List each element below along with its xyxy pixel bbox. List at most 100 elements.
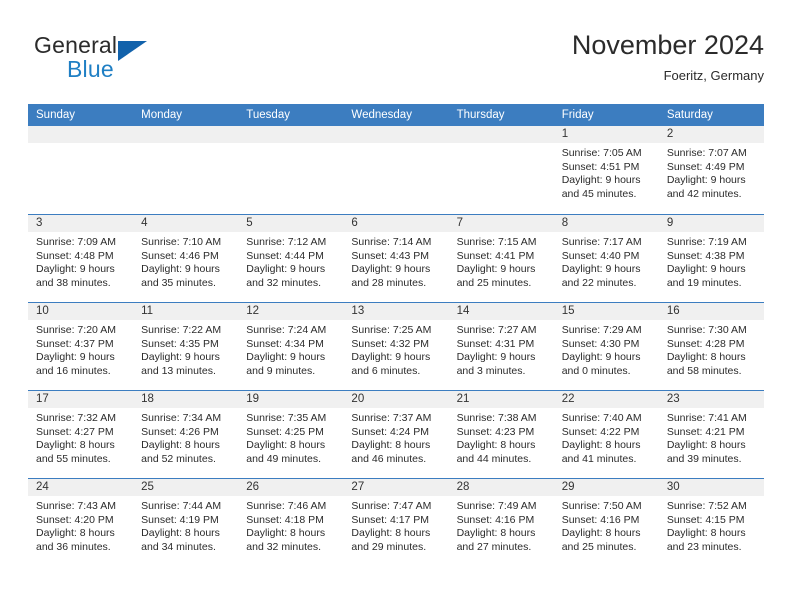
- sunset-text: Sunset: 4:41 PM: [456, 249, 535, 262]
- calendar-day-cell[interactable]: 26 Sunrise: 7:46 AM Sunset: 4:18 PM Dayligh…: [238, 479, 344, 566]
- sunrise-text: Sunrise: 7:37 AM: [351, 412, 432, 424]
- daylight-text-line2: and 25 minutes.: [561, 540, 637, 553]
- daylight-text-line2: and 52 minutes.: [141, 452, 216, 465]
- calendar-day-cell[interactable]: 25 Sunrise: 7:44 AM Sunset: 4:19 PM Dayligh…: [133, 479, 239, 566]
- sunrise-text: Sunrise: 7:09 AM: [36, 236, 116, 248]
- calendar-day-cell[interactable]: 6 Sunrise: 7:14 AM Sunset: 4:43 PM Daylight…: [343, 215, 449, 302]
- calendar-day-cell[interactable]: 24 Sunrise: 7:43 AM Sunset: 4:20 PM Dayligh…: [28, 479, 134, 566]
- triangle-icon: [118, 41, 147, 61]
- calendar-day-cell-empty: [238, 126, 344, 214]
- daylight-text-line2: and 25 minutes.: [456, 276, 532, 289]
- day-number: 4: [133, 215, 239, 232]
- daylight-text-line2: and 16 minutes.: [36, 364, 111, 377]
- calendar-day-cell[interactable]: 16 Sunrise: 7:30 AM Sunset: 4:28 PM Dayligh…: [658, 303, 764, 390]
- sunset-text: Sunset: 4:24 PM: [351, 425, 430, 438]
- day-number: 10: [28, 303, 134, 320]
- sunset-text: Sunset: 4:18 PM: [246, 513, 324, 526]
- sunrise-text: Sunrise: 7:25 AM: [351, 324, 432, 336]
- calendar-day-cell[interactable]: 8 Sunrise: 7:17 AM Sunset: 4:40 PM Daylight…: [553, 215, 659, 302]
- sunset-text: Sunset: 4:15 PM: [666, 513, 745, 526]
- calendar-day-cell[interactable]: 21 Sunrise: 7:38 AM Sunset: 4:23 PM Dayligh…: [448, 391, 554, 478]
- calendar-day-cell[interactable]: 5 Sunrise: 7:12 AM Sunset: 4:44 PM Daylight…: [238, 215, 344, 302]
- day-number: 22: [553, 391, 659, 408]
- page-title: November 2024: [571, 30, 764, 60]
- weekday-header-sunday: Sunday: [36, 109, 76, 121]
- calendar-day-cell[interactable]: 18 Sunrise: 7:34 AM Sunset: 4:26 PM Dayligh…: [133, 391, 239, 478]
- day-sun-info: Sunrise: 7:47 AM Sunset: 4:17 PM Daylight:…: [343, 496, 448, 554]
- sunset-text: Sunset: 4:38 PM: [666, 249, 745, 262]
- sunset-text: Sunset: 4:26 PM: [141, 425, 219, 438]
- day-sun-info: Sunrise: 7:32 AM Sunset: 4:27 PM Daylight:…: [28, 408, 133, 466]
- day-number: 12: [238, 303, 344, 320]
- daylight-text-line2: and 13 minutes.: [141, 364, 216, 377]
- calendar-week-row: 3 Sunrise: 7:09 AM Sunset: 4:48 PM Daylight…: [28, 214, 764, 302]
- calendar-day-cell[interactable]: 23 Sunrise: 7:41 AM Sunset: 4:21 PM Dayligh…: [658, 391, 764, 478]
- calendar-day-cell[interactable]: 2 Sunrise: 7:07 AM Sunset: 4:49 PM Daylight…: [658, 126, 764, 214]
- sunset-text: Sunset: 4:20 PM: [36, 513, 114, 526]
- day-sun-info: Sunrise: 7:29 AM Sunset: 4:30 PM Daylight:…: [554, 320, 659, 378]
- calendar-day-cell[interactable]: 13 Sunrise: 7:25 AM Sunset: 4:32 PM Dayligh…: [343, 303, 449, 390]
- calendar-day-cell[interactable]: 22 Sunrise: 7:40 AM Sunset: 4:22 PM Dayligh…: [553, 391, 659, 478]
- sunrise-text: Sunrise: 7:46 AM: [246, 500, 327, 512]
- daylight-text-line1: Daylight: 8 hours: [141, 439, 220, 451]
- daylight-text-line2: and 34 minutes.: [141, 540, 216, 553]
- daylight-text-line1: Daylight: 8 hours: [246, 439, 326, 451]
- calendar-day-cell[interactable]: 12 Sunrise: 7:24 AM Sunset: 4:34 PM Dayligh…: [238, 303, 344, 390]
- day-sun-info: Sunrise: 7:50 AM Sunset: 4:16 PM Daylight:…: [554, 496, 659, 554]
- day-sun-info: Sunrise: 7:25 AM Sunset: 4:32 PM Daylight:…: [343, 320, 448, 378]
- daylight-text-line1: Daylight: 9 hours: [666, 174, 746, 186]
- day-sun-info: Sunrise: 7:41 AM Sunset: 4:21 PM Daylight:…: [659, 408, 764, 466]
- day-number: 23: [658, 391, 764, 408]
- calendar-day-cell[interactable]: 30 Sunrise: 7:52 AM Sunset: 4:15 PM Dayligh…: [658, 479, 764, 566]
- day-number: 16: [658, 303, 764, 320]
- day-sun-info: Sunrise: 7:35 AM Sunset: 4:25 PM Daylight:…: [238, 408, 343, 466]
- calendar-day-cell[interactable]: 14 Sunrise: 7:27 AM Sunset: 4:31 PM Dayligh…: [448, 303, 554, 390]
- day-sun-info: Sunrise: 7:14 AM Sunset: 4:43 PM Daylight:…: [343, 232, 448, 290]
- calendar-day-cell[interactable]: 7 Sunrise: 7:15 AM Sunset: 4:41 PM Daylight…: [448, 215, 554, 302]
- page-header: General Blue November 2024 Foeritz, Germ…: [28, 28, 764, 98]
- brand-logo[interactable]: General Blue: [34, 32, 214, 88]
- calendar-day-cell[interactable]: 20 Sunrise: 7:37 AM Sunset: 4:24 PM Dayligh…: [343, 391, 449, 478]
- calendar-day-cell[interactable]: 28 Sunrise: 7:49 AM Sunset: 4:16 PM Dayligh…: [448, 479, 554, 566]
- calendar-day-cell[interactable]: 1 Sunrise: 7:05 AM Sunset: 4:51 PM Daylight…: [553, 126, 659, 214]
- daylight-text-line1: Daylight: 8 hours: [351, 527, 431, 539]
- day-number: 27: [343, 479, 449, 496]
- sunset-text: Sunset: 4:28 PM: [666, 337, 745, 350]
- weekday-header-row: Sunday Monday Tuesday Wednesday Thursday…: [28, 104, 764, 126]
- calendar-day-cell[interactable]: 15 Sunrise: 7:29 AM Sunset: 4:30 PM Dayligh…: [553, 303, 659, 390]
- sunset-text: Sunset: 4:44 PM: [246, 249, 324, 262]
- day-number: 30: [658, 479, 764, 496]
- day-number: 26: [238, 479, 344, 496]
- day-sun-info: Sunrise: 7:38 AM Sunset: 4:23 PM Daylight:…: [449, 408, 554, 466]
- daylight-text-line1: Daylight: 8 hours: [351, 439, 431, 451]
- day-number: [448, 126, 554, 143]
- sunset-text: Sunset: 4:25 PM: [246, 425, 324, 438]
- calendar-day-cell-empty: [343, 126, 449, 214]
- day-sun-info: Sunrise: 7:40 AM Sunset: 4:22 PM Daylight:…: [554, 408, 659, 466]
- calendar-day-cell[interactable]: 11 Sunrise: 7:22 AM Sunset: 4:35 PM Dayligh…: [133, 303, 239, 390]
- daylight-text-line2: and 58 minutes.: [666, 364, 742, 377]
- sunset-text: Sunset: 4:51 PM: [561, 160, 640, 173]
- calendar-day-cell-empty: [133, 126, 239, 214]
- sunset-text: Sunset: 4:23 PM: [456, 425, 535, 438]
- calendar-day-cell[interactable]: 19 Sunrise: 7:35 AM Sunset: 4:25 PM Dayligh…: [238, 391, 344, 478]
- calendar-day-cell[interactable]: 27 Sunrise: 7:47 AM Sunset: 4:17 PM Dayligh…: [343, 479, 449, 566]
- calendar-day-cell[interactable]: 10 Sunrise: 7:20 AM Sunset: 4:37 PM Dayligh…: [28, 303, 134, 390]
- calendar-day-cell[interactable]: 17 Sunrise: 7:32 AM Sunset: 4:27 PM Dayligh…: [28, 391, 134, 478]
- sunset-text: Sunset: 4:37 PM: [36, 337, 114, 350]
- daylight-text-line1: Daylight: 9 hours: [561, 174, 641, 186]
- daylight-text-line1: Daylight: 8 hours: [36, 439, 115, 451]
- calendar-day-cell[interactable]: 9 Sunrise: 7:19 AM Sunset: 4:38 PM Daylight…: [658, 215, 764, 302]
- daylight-text-line2: and 35 minutes.: [141, 276, 216, 289]
- day-number: 25: [133, 479, 239, 496]
- daylight-text-line2: and 6 minutes.: [351, 364, 421, 377]
- calendar-day-cell[interactable]: 29 Sunrise: 7:50 AM Sunset: 4:16 PM Dayligh…: [553, 479, 659, 566]
- daylight-text-line1: Daylight: 9 hours: [666, 263, 746, 275]
- calendar-day-cell[interactable]: 4 Sunrise: 7:10 AM Sunset: 4:46 PM Daylight…: [133, 215, 239, 302]
- daylight-text-line2: and 3 minutes.: [456, 364, 526, 377]
- day-sun-info: Sunrise: 7:52 AM Sunset: 4:15 PM Daylight:…: [659, 496, 764, 554]
- daylight-text-line1: Daylight: 9 hours: [36, 263, 115, 275]
- calendar-day-cell[interactable]: 3 Sunrise: 7:09 AM Sunset: 4:48 PM Daylight…: [28, 215, 134, 302]
- page-subtitle: Foeritz, Germany: [663, 68, 764, 83]
- sunset-text: Sunset: 4:31 PM: [456, 337, 535, 350]
